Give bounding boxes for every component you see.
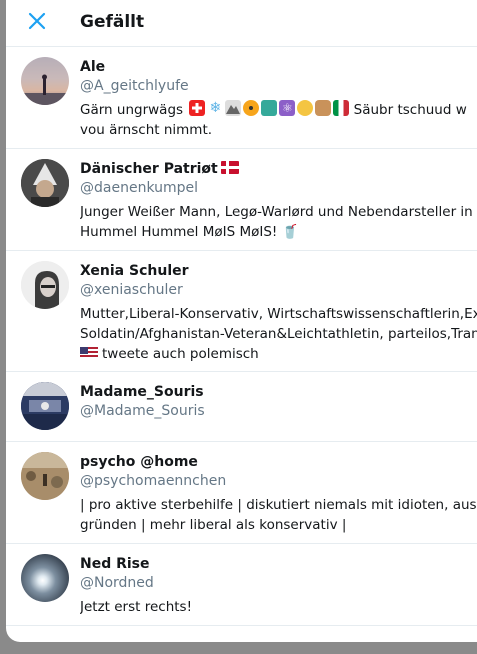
user-name[interactable]: Ned Rise bbox=[80, 555, 477, 574]
user-name[interactable]: Madame_Souris bbox=[80, 383, 477, 402]
user-handle[interactable]: @daenenkumpel bbox=[80, 179, 477, 198]
user-bio: Mutter,Liberal-Konservativ, Wirtschaftsw… bbox=[80, 304, 477, 364]
user-handle[interactable]: @Madame_Souris bbox=[80, 402, 477, 421]
bio-text: tweete auch polemisch bbox=[102, 346, 259, 362]
avatar[interactable] bbox=[21, 261, 69, 309]
bio-text: | pro aktive sterbehilfe | diskutiert ni… bbox=[80, 497, 477, 513]
user-list-item[interactable]: Ned Rise @Nordned Jetzt erst rechts! bbox=[6, 544, 477, 626]
denmark-flag-icon bbox=[220, 161, 239, 174]
atom-icon: ⚛ bbox=[279, 100, 296, 116]
avatar[interactable] bbox=[21, 382, 69, 430]
mountain-icon bbox=[225, 100, 242, 116]
firefighter-icon bbox=[297, 100, 314, 116]
bio-text: Hummel Hummel MøIS MøIS! 🥤 bbox=[80, 224, 299, 240]
bio-text: Jetzt erst rechts! bbox=[80, 599, 193, 615]
user-handle[interactable]: @xeniaschuler bbox=[80, 281, 477, 300]
user-list-item[interactable]: psycho @home @psychomaennchen | pro akti… bbox=[6, 442, 477, 544]
user-list-item[interactable]: Xenia Schuler @xeniaschuler Mutter,Liber… bbox=[6, 251, 477, 372]
dog-icon bbox=[315, 100, 332, 116]
user-name[interactable]: psycho @home bbox=[80, 453, 477, 472]
swiss-flag-icon bbox=[189, 100, 206, 116]
italy-flag-icon bbox=[333, 100, 350, 116]
close-button[interactable] bbox=[24, 8, 50, 34]
user-list-item[interactable]: Ale @A_geitchlyufe Gärn ungrwägs ❄ ⚛ Säu… bbox=[6, 47, 477, 149]
user-bio: | pro aktive sterbehilfe | diskutiert ni… bbox=[80, 495, 477, 535]
user-name[interactable]: Ale bbox=[80, 58, 477, 77]
dialog-header: Gefällt bbox=[6, 0, 477, 47]
user-handle[interactable]: @Nordned bbox=[80, 574, 477, 593]
user-name[interactable]: Dänischer Patriøt bbox=[80, 160, 477, 179]
bio-text: vou ärnscht nimmt. bbox=[80, 122, 213, 138]
emoji-strip: ❄ ⚛ bbox=[189, 100, 350, 116]
snowflake-icon: ❄ bbox=[209, 100, 222, 116]
bio-text: Säubr tschuud w bbox=[353, 102, 467, 118]
user-name[interactable]: Xenia Schuler bbox=[80, 262, 477, 281]
dialog-title: Gefällt bbox=[80, 12, 145, 32]
user-bio: Junger Weißer Mann, Legø-Warlørd und Neb… bbox=[80, 202, 477, 242]
close-icon bbox=[28, 12, 46, 30]
user-list-item[interactable]: Dänischer Patriøt @daenenkumpel Junger W… bbox=[6, 149, 477, 251]
avatar[interactable] bbox=[21, 452, 69, 500]
statue-of-liberty-icon bbox=[261, 100, 278, 116]
bio-text: Soldatin/Afghanistan-Veteran&Leichtathle… bbox=[80, 326, 477, 342]
likes-dialog: Gefällt Ale @A_geitchlyufe Gärn ungrwägs… bbox=[6, 0, 477, 642]
bio-text: Gärn ungrwägs bbox=[80, 102, 184, 118]
avatar[interactable] bbox=[21, 554, 69, 602]
bio-text: Junger Weißer Mann, Legø-Warlørd und Neb… bbox=[80, 204, 473, 220]
bio-text: gründen | mehr liberal als konservativ | bbox=[80, 517, 347, 533]
user-handle[interactable]: @psychomaennchen bbox=[80, 472, 477, 491]
user-name-text: Dänischer Patriøt bbox=[80, 161, 218, 177]
user-list-item[interactable]: Madame_Souris @Madame_Souris bbox=[6, 372, 477, 442]
usa-flag-icon bbox=[80, 347, 98, 359]
avatar[interactable] bbox=[21, 159, 69, 207]
user-bio: Jetzt erst rechts! bbox=[80, 597, 477, 617]
radioactive-icon bbox=[243, 100, 260, 116]
bio-text: Mutter,Liberal-Konservativ, Wirtschaftsw… bbox=[80, 306, 477, 322]
user-bio: Gärn ungrwägs ❄ ⚛ Säubr tschuud w vou är… bbox=[80, 100, 477, 140]
avatar[interactable] bbox=[21, 57, 69, 105]
user-handle[interactable]: @A_geitchlyufe bbox=[80, 77, 477, 96]
